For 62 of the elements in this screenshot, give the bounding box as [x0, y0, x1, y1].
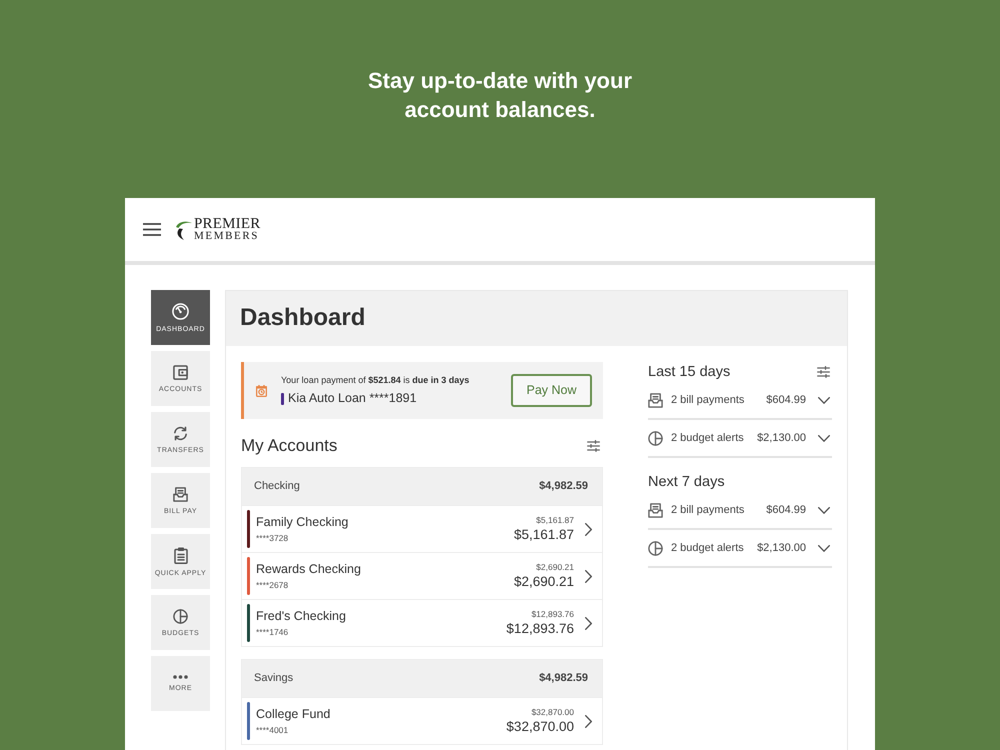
account-number: ****4001 — [256, 724, 290, 736]
available-balance: $12,893.76 — [530, 609, 574, 620]
chevron-right-icon[interactable] — [585, 570, 592, 582]
activity-label: 2 budget alerts — [671, 430, 745, 446]
alert-message: Your loan payment of $521.84 is due in 3 days — [281, 375, 470, 386]
chevron-right-icon[interactable] — [585, 522, 592, 536]
account-number: ****2678 — [256, 580, 290, 590]
account-name: Rewards Checking — [256, 562, 362, 577]
wallet-icon — [173, 364, 188, 380]
inbox-tray-icon — [648, 392, 663, 408]
current-balance: $12,893.76 — [506, 620, 574, 637]
available-balance: $2,690.21 — [535, 562, 574, 572]
group-name: Savings — [254, 671, 294, 686]
group-total: $4,982.59 — [539, 479, 588, 494]
page-title: Dashboard — [240, 304, 366, 333]
loan-name: Kia Auto Loan ****1891 — [288, 392, 417, 406]
activity-label: 2 bill payments — [671, 392, 746, 408]
pie-chart-icon — [648, 430, 663, 446]
chevron-right-icon[interactable] — [585, 616, 592, 630]
available-balance: $32,870.00 — [530, 707, 574, 718]
logo-text: PREMIER — [194, 217, 260, 232]
ellipsis-icon — [173, 675, 188, 679]
pie-chart-icon — [648, 540, 663, 556]
section-title: My Accounts — [241, 436, 338, 456]
current-balance: $5,161.87 — [514, 526, 574, 543]
account-name: Family Checking — [256, 514, 350, 530]
available-balance: $5,161.87 — [535, 515, 574, 526]
account-number: ****1746 — [256, 626, 290, 638]
group-name: Checking — [254, 479, 300, 494]
chevron-down-icon[interactable] — [818, 396, 830, 404]
activity-label: 2 bill payments — [671, 502, 746, 518]
account-name: College Fund — [256, 706, 332, 722]
logo-text: MEMBERS — [194, 231, 260, 242]
sync-arrows-icon — [172, 426, 189, 440]
group-total: $4,982.59 — [539, 671, 588, 686]
activity-amount: $2,130.00 — [757, 540, 806, 556]
sliders-icon[interactable] — [587, 440, 600, 452]
logo-mark-icon — [175, 220, 192, 240]
current-balance: $32,870.00 — [506, 718, 574, 735]
clipboard-icon — [174, 546, 188, 564]
chevron-down-icon[interactable] — [818, 434, 830, 442]
chevron-down-icon[interactable] — [818, 506, 830, 514]
menu-icon[interactable] — [143, 223, 161, 236]
chevron-down-icon[interactable] — [818, 544, 830, 552]
gauge-icon — [172, 302, 189, 320]
sliders-icon[interactable] — [817, 366, 830, 378]
activity-amount: $604.99 — [766, 502, 806, 518]
section-title: Last 15 days — [648, 363, 730, 382]
inbox-tray-icon — [173, 486, 188, 502]
headline: Stay up-to-date with your account balances. — [367, 67, 633, 124]
section-title: Next 7 days — [648, 473, 725, 492]
calendar-clock-icon — [256, 384, 267, 396]
activity-label: 2 budget alerts — [671, 540, 745, 556]
current-balance: $2,690.21 — [514, 574, 574, 590]
chevron-right-icon[interactable] — [585, 714, 592, 728]
account-name: Fred's Checking — [256, 608, 347, 624]
account-number: ****3728 — [256, 532, 290, 544]
inbox-tray-icon — [648, 502, 663, 518]
pie-chart-icon — [173, 608, 188, 624]
pay-now-button[interactable]: Pay Now — [511, 374, 592, 407]
activity-amount: $2,130.00 — [757, 430, 806, 446]
activity-amount: $604.99 — [766, 392, 806, 408]
